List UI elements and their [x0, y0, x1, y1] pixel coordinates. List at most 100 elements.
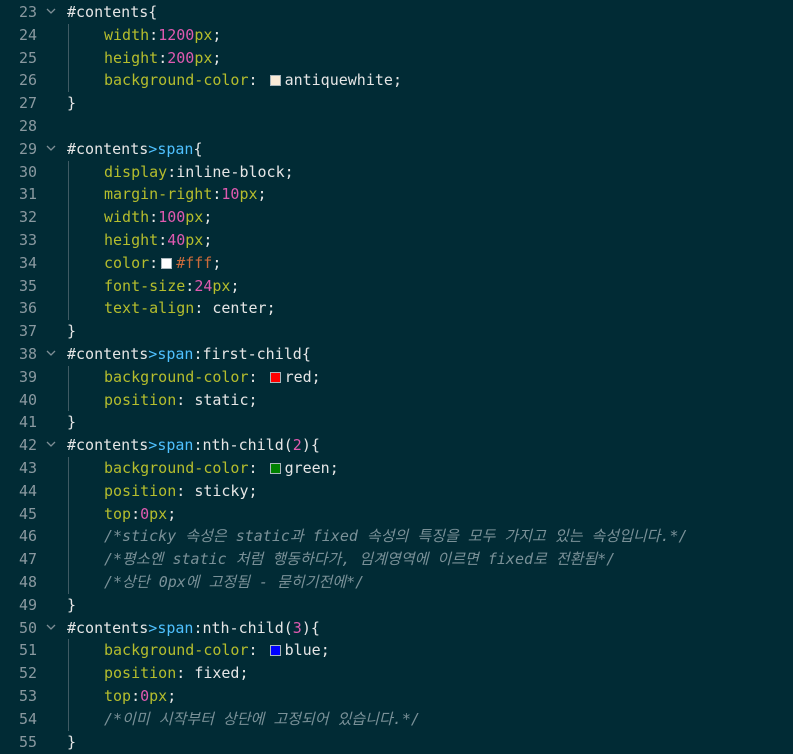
- code-line[interactable]: 32 width:100px;: [0, 206, 793, 229]
- color-swatch[interactable]: [161, 257, 173, 269]
- token-punc: ;: [212, 25, 222, 44]
- token-unit: px: [194, 25, 213, 44]
- code-text: #contents>span:first-child{: [67, 343, 311, 366]
- code-line[interactable]: 45 top:0px;: [0, 502, 793, 526]
- token-comment: /*sticky 속성은 static과 fixed 속성의 특징을 모두 가지…: [104, 527, 688, 546]
- token-punc: :: [158, 230, 168, 249]
- code-editor[interactable]: 23 #contents{24 width:1200px; 25 height:200p…: [0, 0, 793, 754]
- code-text: width:100px;: [67, 206, 212, 229]
- code-line[interactable]: 53 top:0px;: [0, 684, 793, 708]
- code-line[interactable]: 25 height:200px;: [0, 46, 793, 70]
- token-val: inline-block: [176, 162, 285, 181]
- token-punc: }: [67, 732, 77, 751]
- code-line[interactable]: 41}: [0, 411, 793, 434]
- code-line[interactable]: 47 /*평소엔 static 처럼 행동하다가, 임계영역에 이르면 fixed…: [0, 548, 793, 571]
- code-line[interactable]: 26 background-color: antiquewhite;: [0, 69, 793, 93]
- code-text: }: [67, 320, 76, 343]
- token-unit: px: [212, 276, 231, 295]
- code-line[interactable]: 48 /*상단 0px에 고정됨 - 묻히기전에*/: [0, 570, 793, 594]
- token-prop: position: [104, 390, 177, 409]
- code-line[interactable]: 44 position: sticky;: [0, 479, 793, 503]
- chevron-down-icon[interactable]: [44, 434, 58, 457]
- token-val: red: [284, 367, 312, 386]
- code-line[interactable]: 29 #contents>span{: [0, 138, 793, 161]
- token-num: 3: [292, 618, 302, 637]
- code-line[interactable]: 52 position: fixed;: [0, 662, 793, 685]
- code-line[interactable]: 37}: [0, 320, 793, 343]
- token-punc: }: [67, 595, 77, 614]
- token-punc: :: [248, 71, 267, 90]
- token-punc: ;: [248, 481, 258, 500]
- line-number: 32: [18, 208, 37, 227]
- code-line[interactable]: 35 font-size:24px;: [0, 274, 793, 298]
- code-line[interactable]: 23 #contents{: [0, 1, 793, 24]
- color-swatch[interactable]: [269, 371, 281, 383]
- line-number: 28: [18, 116, 37, 135]
- code-text: text-align: center;: [67, 297, 276, 320]
- token-punc: :: [167, 162, 177, 181]
- token-prop: text-align: [104, 299, 195, 318]
- code-line[interactable]: 54 /*이미 시작부터 상단에 고정되어 있습니다.*/: [0, 707, 793, 731]
- code-line[interactable]: 24 width:1200px;: [0, 23, 793, 47]
- token-tag: >: [148, 139, 158, 158]
- token-prop: margin-right: [104, 185, 213, 204]
- token-punc: {: [148, 3, 158, 21]
- code-text: background-color: blue;: [67, 639, 330, 662]
- token-val: green: [284, 458, 330, 477]
- code-line[interactable]: 46 /*sticky 속성은 static과 fixed 속성의 특징을 모두 …: [0, 525, 793, 549]
- token-sel: #contents: [67, 139, 149, 158]
- token-punc: ;: [167, 686, 177, 705]
- line-number: 35: [18, 276, 37, 295]
- token-unit: px: [149, 686, 168, 705]
- code-line[interactable]: 49}: [0, 594, 793, 617]
- chevron-down-icon[interactable]: [44, 1, 58, 24]
- code-line[interactable]: 55}: [0, 731, 793, 754]
- code-line[interactable]: 36 text-align: center;: [0, 297, 793, 321]
- line-number: 25: [18, 48, 37, 67]
- token-unit: px: [149, 504, 168, 523]
- code-line[interactable]: 39 background-color: red;: [0, 365, 793, 389]
- code-line[interactable]: 42 #contents>span:nth-child(2){: [0, 434, 793, 457]
- code-line[interactable]: 28: [0, 115, 793, 138]
- line-number: 37: [18, 322, 37, 341]
- code-text: margin-right:10px;: [67, 183, 267, 206]
- token-prop: font-size: [104, 276, 186, 295]
- code-line[interactable]: 51 background-color: blue;: [0, 639, 793, 663]
- code-line[interactable]: 43 background-color: green;: [0, 456, 793, 480]
- token-num: 24: [194, 276, 213, 295]
- token-tag: >: [148, 618, 158, 637]
- line-number: 42: [18, 436, 37, 455]
- code-line[interactable]: 38 #contents>span:first-child{: [0, 343, 793, 366]
- token-prop: display: [104, 162, 168, 181]
- token-punc: {: [193, 139, 203, 158]
- code-line[interactable]: 50 #contents>span:nth-child(3){: [0, 617, 793, 640]
- code-line[interactable]: 30 display:inline-block;: [0, 160, 793, 184]
- color-swatch[interactable]: [269, 645, 281, 657]
- token-punc: :: [158, 48, 168, 67]
- line-number: 31: [18, 185, 37, 204]
- code-line[interactable]: 33 height:40px;: [0, 228, 793, 252]
- line-number: 51: [18, 641, 37, 660]
- token-punc: ;: [311, 367, 321, 386]
- token-prop: height: [104, 230, 159, 249]
- token-prop: background-color: [104, 71, 249, 90]
- code-line[interactable]: 31 margin-right:10px;: [0, 183, 793, 207]
- token-punc: :: [194, 299, 213, 318]
- token-punc: :: [176, 481, 195, 500]
- token-punc: }: [67, 413, 77, 432]
- code-line[interactable]: 27}: [0, 92, 793, 115]
- line-number: 53: [18, 686, 37, 705]
- chevron-down-icon[interactable]: [44, 138, 58, 161]
- token-prop: position: [104, 481, 177, 500]
- color-swatch[interactable]: [269, 462, 281, 474]
- token-punc: :: [149, 253, 159, 272]
- chevron-down-icon[interactable]: [44, 343, 58, 366]
- token-punc: :: [248, 367, 267, 386]
- code-text: /*평소엔 static 처럼 행동하다가, 임계영역에 이르면 fixed로 …: [67, 548, 615, 571]
- chevron-down-icon[interactable]: [44, 617, 58, 640]
- code-line[interactable]: 34 color: #fff;: [0, 251, 793, 275]
- color-swatch[interactable]: [269, 75, 281, 87]
- token-punc: ;: [212, 48, 222, 67]
- code-line[interactable]: 40 position: static;: [0, 388, 793, 412]
- token-prop: background-color: [104, 367, 249, 386]
